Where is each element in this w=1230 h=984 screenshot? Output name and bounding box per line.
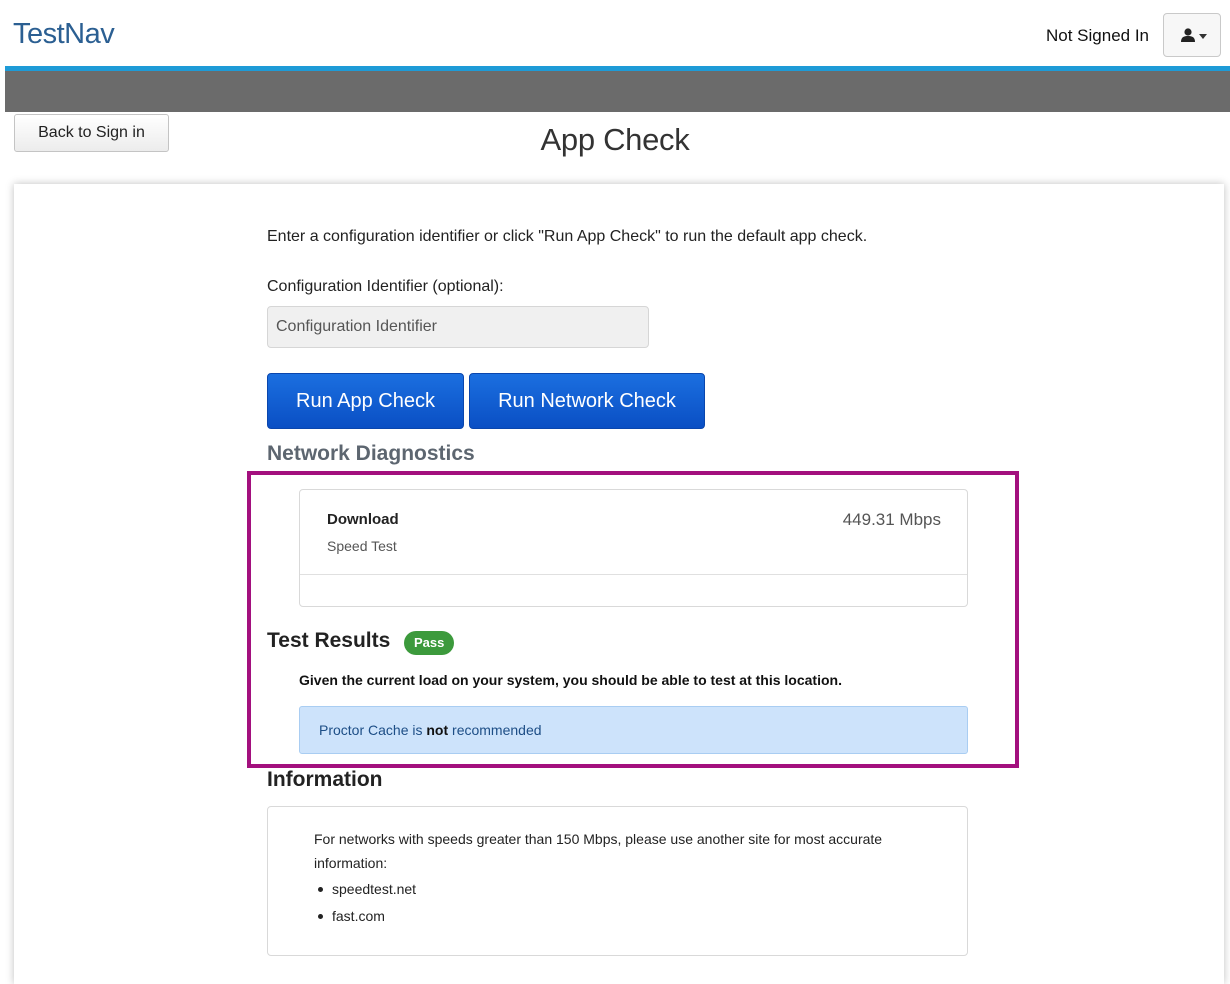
instructions-text: Enter a configuration identifier or clic… (267, 228, 868, 245)
top-bar: TestNav Not Signed In (0, 0, 1230, 66)
nav-band (5, 71, 1230, 112)
chevron-down-icon (1199, 34, 1207, 39)
brand-logo[interactable]: TestNav (13, 18, 115, 51)
list-item: fast.com (314, 904, 416, 931)
information-heading: Information (267, 768, 383, 791)
list-item: speedtest.net (314, 877, 416, 904)
highlight-frame (247, 471, 1019, 768)
information-card: For networks with speeds greater than 15… (267, 806, 968, 956)
user-menu-button[interactable] (1163, 13, 1221, 57)
config-identifier-input[interactable] (267, 306, 649, 348)
network-diagnostics-heading: Network Diagnostics (267, 442, 475, 465)
information-links: speedtest.net fast.com (314, 877, 416, 931)
user-icon (1181, 28, 1195, 42)
page-title: App Check (540, 122, 690, 157)
run-network-check-button[interactable]: Run Network Check (469, 373, 705, 429)
information-text: For networks with speeds greater than 15… (314, 831, 883, 871)
config-identifier-label: Configuration Identifier (optional): (267, 278, 504, 295)
signin-status: Not Signed In (1046, 26, 1150, 45)
run-app-check-button[interactable]: Run App Check (267, 373, 464, 429)
